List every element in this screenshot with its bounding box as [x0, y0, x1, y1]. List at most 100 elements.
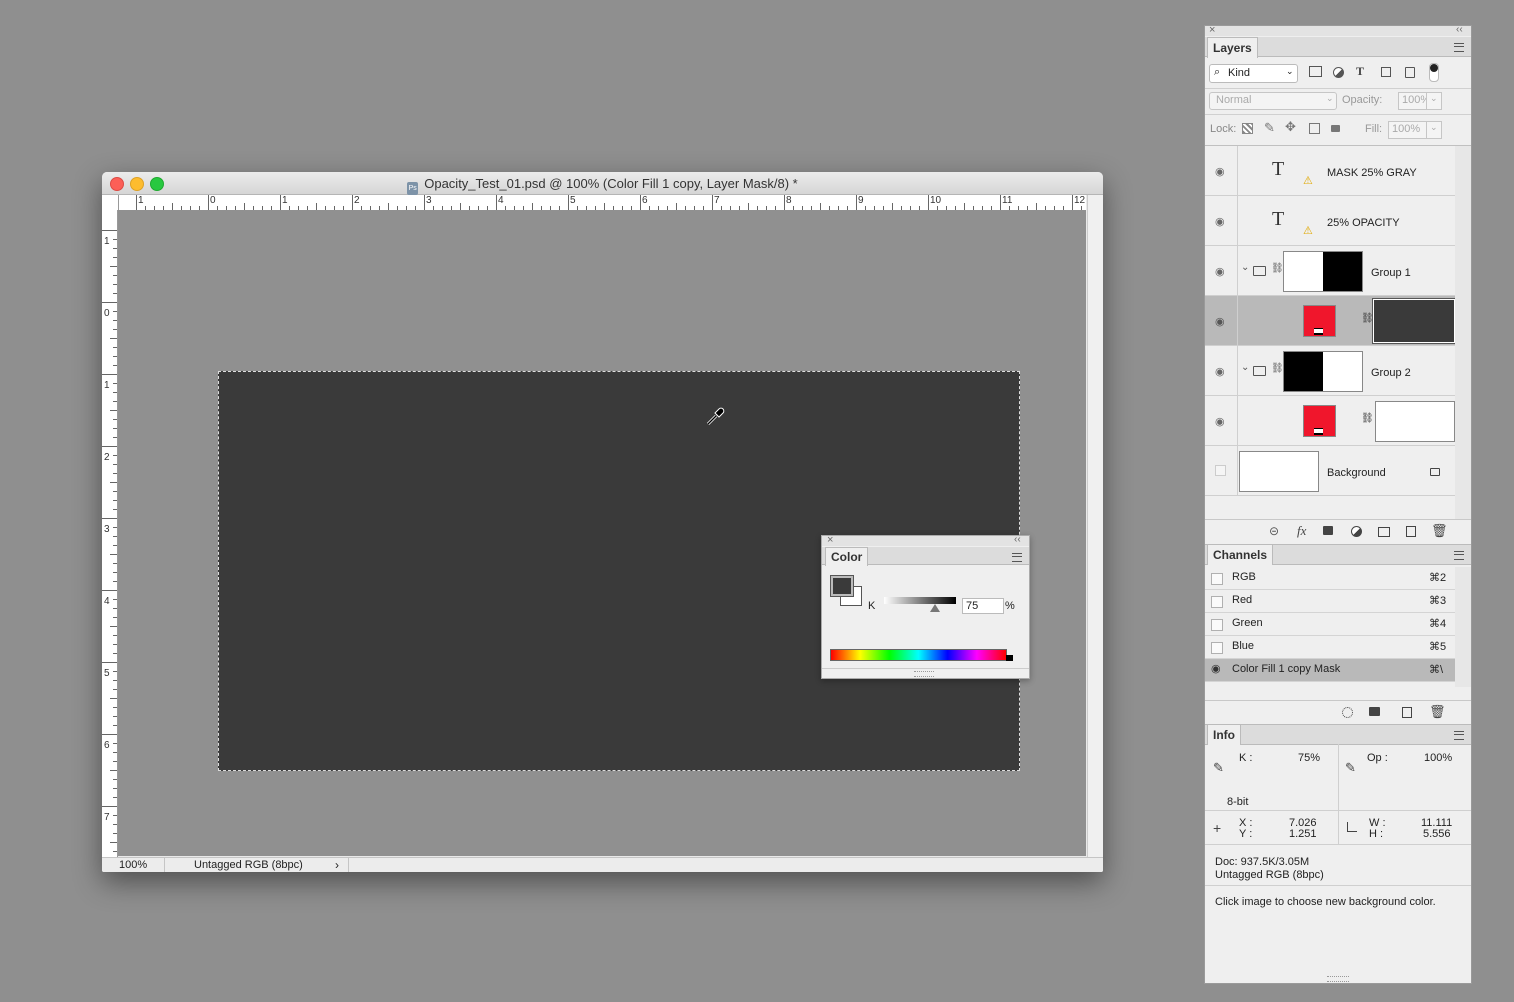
channel-row-rgb[interactable]: RGB ⌘2 [1205, 567, 1455, 590]
group-mask-thumbnail[interactable] [1283, 351, 1363, 392]
resize-grip[interactable] [1327, 976, 1349, 982]
horizontal-ruler[interactable]: 1 0 1 2 3 4 5 6 7 8 9 10 11 12 [118, 195, 1086, 211]
channels-panel-menu-icon[interactable] [1454, 551, 1464, 560]
title-bar[interactable]: Ps Opacity_Test_01.psd @ 100% (Color Fill… [102, 172, 1103, 195]
lock-artboard-icon[interactable] [1309, 123, 1320, 134]
layer-row-group-1[interactable]: ◉ ⌄ ⛓ Group 1 [1205, 246, 1455, 296]
layer-name[interactable]: 25% OPACITY [1327, 217, 1400, 229]
layer-row-text-mask[interactable]: ◉ T ⚠ MASK 25% GRAY [1205, 146, 1455, 196]
add-mask-icon[interactable] [1323, 526, 1333, 535]
lock-transparent-pixels-icon[interactable] [1242, 123, 1253, 134]
panel-menu-icon[interactable] [1012, 553, 1022, 562]
layer-name[interactable]: Group 2 [1371, 367, 1411, 379]
k-slider-track[interactable] [884, 597, 956, 604]
link-layers-icon[interactable]: ⊝ [1269, 524, 1279, 538]
eye-icon[interactable]: ◉ [1215, 165, 1225, 178]
blend-mode-select[interactable]: Normal ⌄ [1209, 92, 1337, 110]
trash-icon[interactable]: 🗑 [1431, 523, 1448, 539]
vertical-scrollbar[interactable] [1087, 195, 1103, 857]
eye-icon[interactable]: ◉ [1215, 365, 1225, 378]
layers-panel-menu-icon[interactable] [1454, 43, 1464, 52]
lock-image-pixels-icon[interactable]: ✎ [1264, 120, 1275, 136]
color-panel-titlebar[interactable] [822, 536, 1029, 546]
smart-object-filter-icon[interactable] [1405, 67, 1415, 78]
chevron-down-icon[interactable]: ⌄ [1241, 362, 1249, 373]
layer-filter-kind-select[interactable]: ⌕ Kind ⌄ [1209, 64, 1298, 83]
background-thumbnail[interactable] [1239, 451, 1319, 492]
channels-scrollbar[interactable] [1455, 567, 1471, 687]
visibility-toggle-off[interactable] [1215, 465, 1226, 476]
zoom-level[interactable]: 100% [119, 859, 147, 871]
channel-row-mask[interactable]: ◉ Color Fill 1 copy Mask ⌘\ [1205, 659, 1455, 682]
new-layer-icon[interactable] [1406, 526, 1416, 537]
layer-mask-thumbnail[interactable] [1372, 298, 1456, 344]
collapse-panel-icon[interactable]: ‹‹ [1014, 534, 1021, 545]
foreground-color-swatch[interactable] [830, 575, 854, 597]
ruler-origin[interactable] [102, 195, 119, 211]
color-fill-thumbnail[interactable] [1303, 305, 1336, 337]
channel-row-green[interactable]: Green ⌘4 [1205, 613, 1455, 636]
pixel-layer-filter-icon[interactable] [1309, 66, 1322, 77]
eye-icon[interactable]: ◉ [1215, 415, 1225, 428]
chevron-down-icon[interactable]: ⌄ [1241, 262, 1249, 273]
resize-grip[interactable] [914, 671, 934, 677]
layers-scrollbar[interactable] [1455, 146, 1471, 519]
collapse-dock-icon[interactable]: ‹‹ [1456, 24, 1463, 35]
filter-toggle-switch[interactable] [1429, 63, 1439, 82]
channel-visibility-toggle[interactable] [1211, 573, 1223, 585]
channel-row-red[interactable]: Red ⌘3 [1205, 590, 1455, 613]
new-channel-icon[interactable] [1402, 707, 1412, 718]
fill-field[interactable]: 100% [1388, 121, 1428, 139]
type-layer-filter-icon[interactable]: T [1356, 64, 1364, 79]
color-spectrum-ramp[interactable] [830, 649, 1007, 661]
tab-info[interactable]: Info [1207, 724, 1241, 745]
tab-color[interactable]: Color [825, 547, 869, 566]
shape-layer-filter-icon[interactable] [1381, 67, 1391, 77]
lock-all-icon[interactable] [1331, 125, 1340, 132]
channel-visibility-toggle[interactable] [1211, 642, 1223, 654]
channel-visibility-toggle[interactable] [1211, 619, 1223, 631]
fx-icon[interactable]: fx [1297, 523, 1306, 539]
k-slider-handle[interactable] [930, 604, 940, 612]
load-selection-icon[interactable] [1342, 707, 1353, 718]
tab-channels[interactable]: Channels [1207, 544, 1274, 565]
group-mask-thumbnail[interactable] [1283, 251, 1363, 292]
adjustment-layer-icon[interactable] [1351, 526, 1362, 537]
adjustment-layer-filter-icon[interactable] [1333, 67, 1344, 78]
chain-link-icon[interactable]: ⛓ [1271, 363, 1284, 374]
new-group-icon[interactable] [1378, 527, 1390, 537]
trash-icon[interactable]: 🗑 [1429, 704, 1446, 720]
close-dock-icon[interactable]: × [1209, 24, 1215, 36]
status-menu-arrow[interactable]: › [335, 858, 339, 872]
layer-row-text-opacity[interactable]: ◉ T ⚠ 25% OPACITY [1205, 196, 1455, 246]
eye-icon[interactable]: ◉ [1211, 662, 1221, 675]
layer-name[interactable]: Group 1 [1371, 267, 1411, 279]
layer-mask-thumbnail[interactable] [1375, 401, 1455, 442]
lock-position-icon[interactable]: ✥ [1285, 119, 1296, 135]
dock-titlebar[interactable] [1205, 26, 1471, 36]
layer-row-background[interactable]: Background [1205, 446, 1455, 496]
close-panel-icon[interactable]: × [827, 534, 833, 546]
eye-icon[interactable]: ◉ [1215, 215, 1225, 228]
black-swatch[interactable] [1006, 655, 1013, 661]
status-profile[interactable]: Untagged RGB (8bpc) [194, 859, 303, 871]
layer-name[interactable]: MASK 25% GRAY [1327, 167, 1417, 179]
layer-row-color-fill[interactable]: ◉ ⛓ [1205, 396, 1455, 446]
fill-dropdown[interactable]: ⌄ [1426, 121, 1442, 139]
layer-row-group-2[interactable]: ◉ ⌄ ⛓ Group 2 [1205, 346, 1455, 396]
layer-row-color-fill-copy[interactable]: ◉ ⛓ [1205, 296, 1456, 346]
chain-link-icon[interactable]: ⛓ [1361, 313, 1374, 324]
k-value-field[interactable]: 75 [962, 598, 1004, 614]
channel-row-blue[interactable]: Blue ⌘5 [1205, 636, 1455, 659]
chain-link-icon[interactable]: ⛓ [1271, 263, 1284, 274]
eye-icon[interactable]: ◉ [1215, 315, 1225, 328]
info-panel-menu-icon[interactable] [1454, 731, 1464, 740]
color-fill-thumbnail[interactable] [1303, 405, 1336, 437]
opacity-dropdown[interactable]: ⌄ [1426, 92, 1442, 110]
layer-name[interactable]: Background [1327, 467, 1386, 479]
save-selection-icon[interactable] [1369, 707, 1380, 716]
tab-layers[interactable]: Layers [1207, 37, 1258, 58]
channel-visibility-toggle[interactable] [1211, 596, 1223, 608]
eye-icon[interactable]: ◉ [1215, 265, 1225, 278]
canvas-area[interactable] [118, 210, 1086, 856]
